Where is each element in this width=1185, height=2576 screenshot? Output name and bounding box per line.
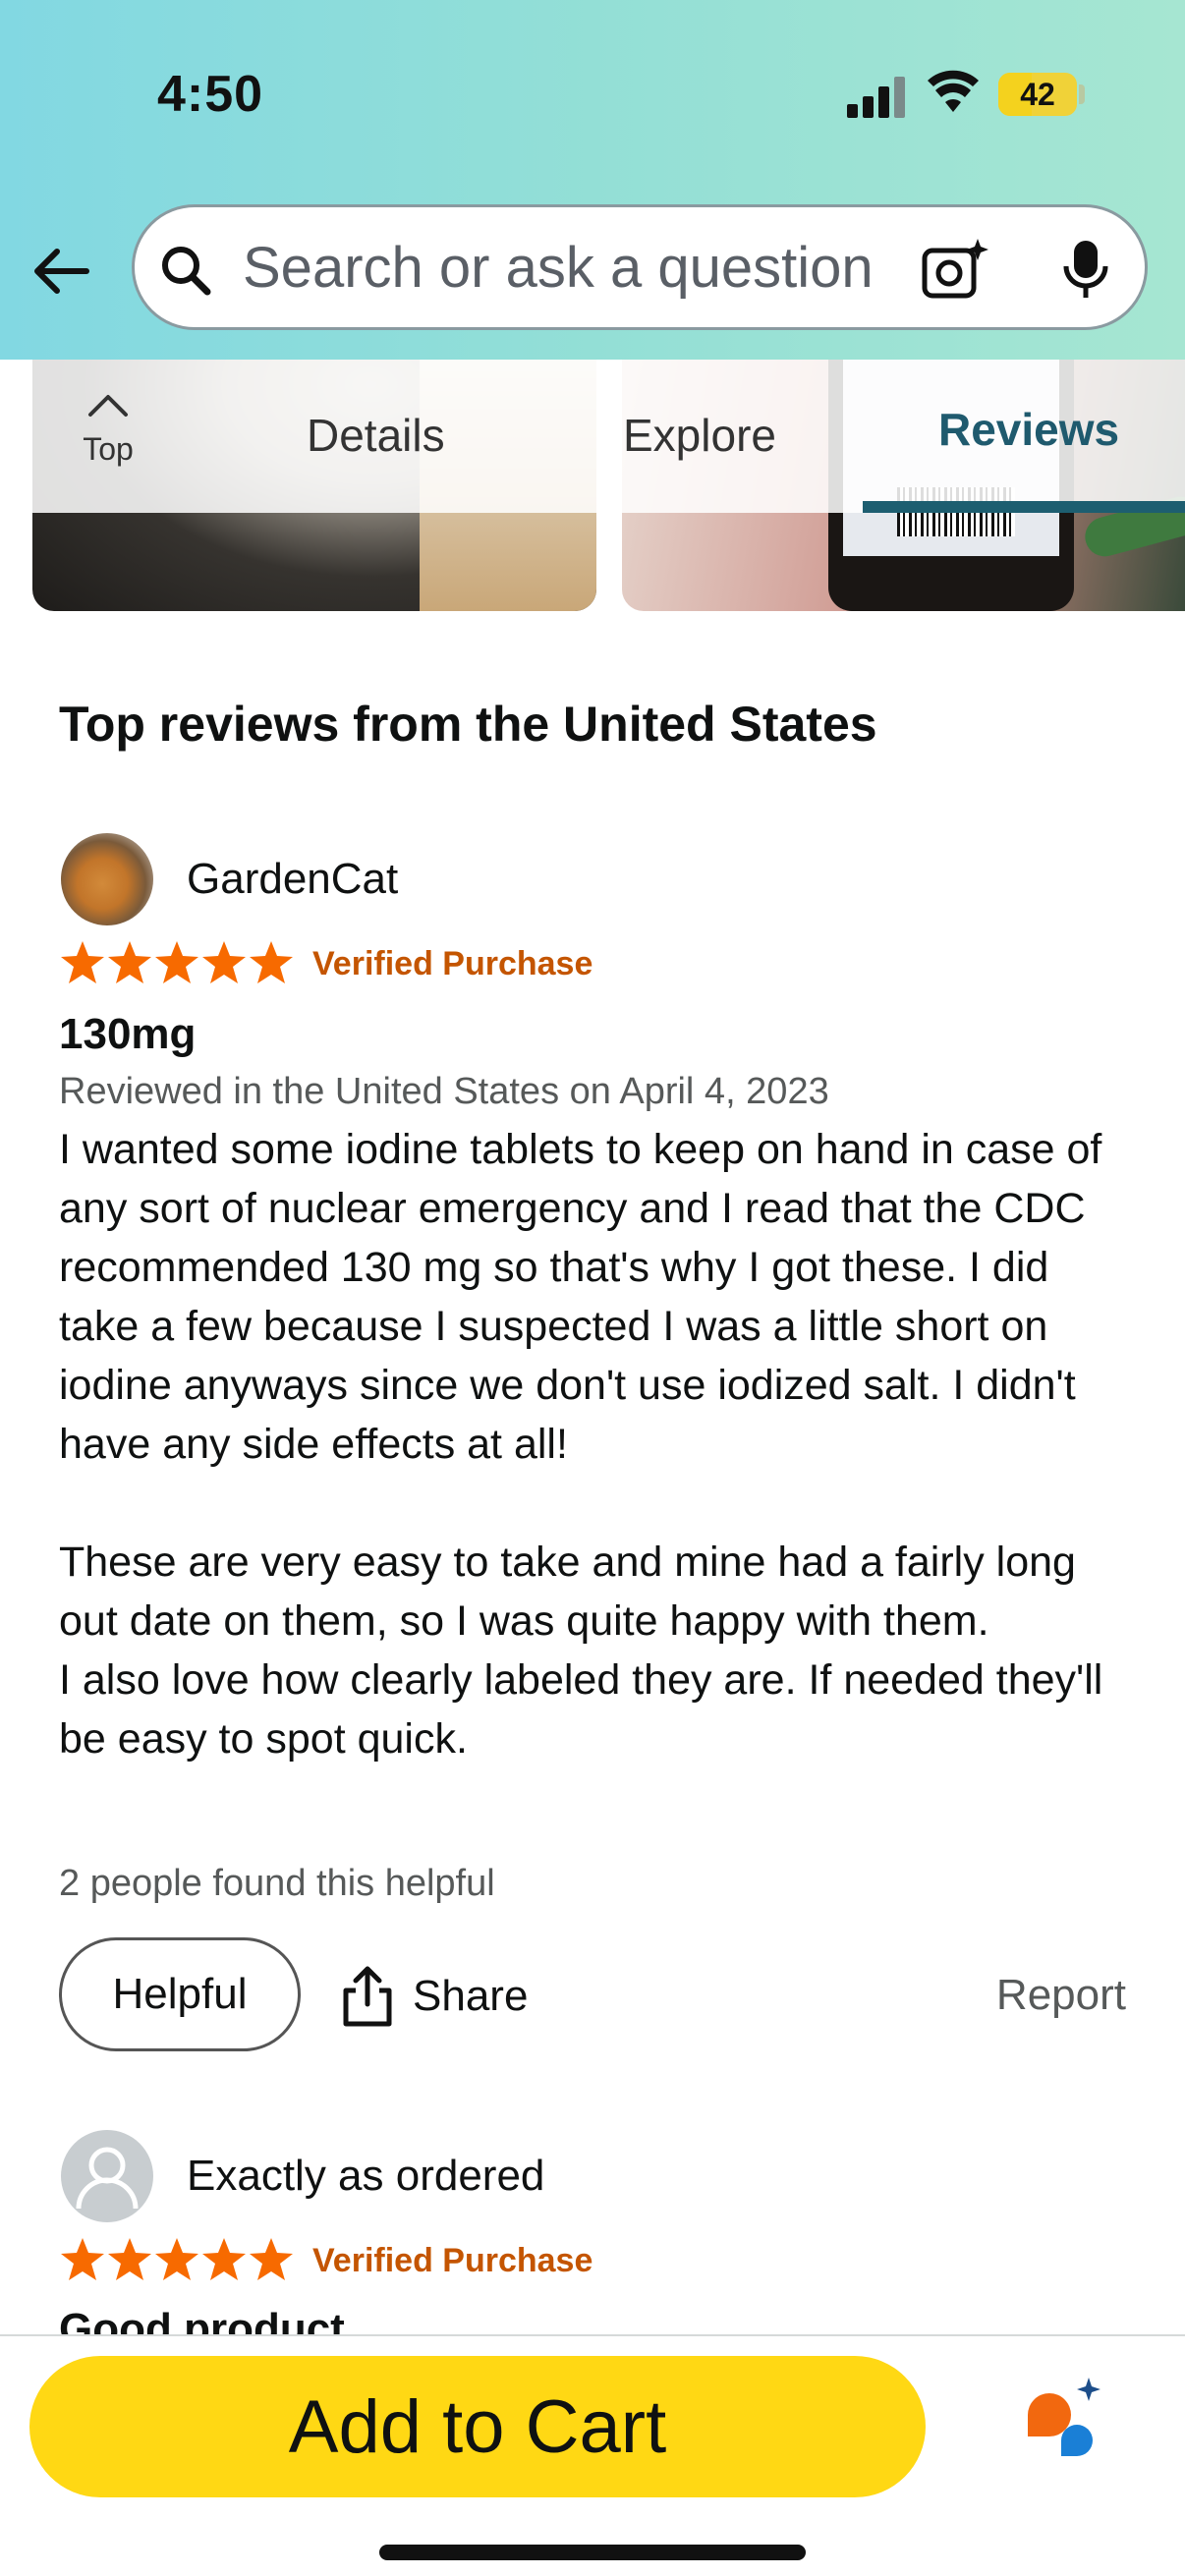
status-time: 4:50 [157, 66, 264, 123]
star-rating [61, 2238, 293, 2280]
share-icon [343, 1966, 392, 2027]
verified-purchase-badge: Verified Purchase [312, 945, 593, 982]
star-icon [202, 2238, 246, 2280]
wifi-icon [928, 70, 979, 112]
microphone-icon[interactable] [1058, 237, 1113, 302]
reviews-section-title: Top reviews from the United States [59, 697, 877, 752]
bottom-action-bar: Add to Cart [0, 2334, 1185, 2576]
review-title: 130mg [59, 1010, 197, 1058]
helpful-count: 2 people found this helpful [59, 1863, 495, 1904]
battery-icon: 42 [998, 73, 1077, 116]
verified-purchase-badge: Verified Purchase [312, 2242, 593, 2279]
review-paragraph: I also love how clearly labeled they are… [59, 1656, 1103, 1763]
review-body: I wanted some iodine tablets to keep on … [59, 1120, 1140, 1768]
add-to-cart-button[interactable]: Add to Cart [29, 2356, 926, 2497]
star-icon [61, 941, 104, 983]
star-icon [202, 941, 246, 983]
avatar[interactable] [61, 2130, 153, 2222]
back-arrow-icon[interactable] [28, 234, 102, 308]
star-icon [61, 2238, 104, 2280]
star-rating [61, 941, 293, 983]
review-author[interactable]: GardenCat [187, 855, 398, 904]
star-icon [108, 941, 151, 983]
active-tab-indicator [863, 501, 1185, 513]
tab-details[interactable]: Details [307, 409, 445, 462]
tab-reviews[interactable]: Reviews [938, 403, 1119, 456]
review-paragraph: These are very easy to take and mine had… [59, 1539, 1076, 1645]
star-icon [250, 941, 293, 983]
battery-percent: 42 [1020, 77, 1055, 112]
home-indicator [379, 2545, 806, 2560]
review-paragraph: I wanted some iodine tablets to keep on … [59, 1126, 1102, 1468]
star-icon [155, 2238, 198, 2280]
search-icon [162, 247, 211, 296]
camera-lens-icon[interactable] [921, 237, 989, 302]
tab-top[interactable]: Top [59, 393, 157, 491]
helpful-button[interactable]: Helpful [59, 1937, 301, 2051]
battery-cap [1079, 84, 1085, 104]
search-bar[interactable] [132, 204, 1148, 330]
report-link[interactable]: Report [996, 1971, 1126, 2020]
tab-top-label: Top [83, 431, 134, 467]
tab-explore[interactable]: Explore [623, 409, 776, 462]
star-icon [250, 2238, 293, 2280]
avatar[interactable] [61, 833, 153, 925]
share-label: Share [413, 1972, 529, 2020]
shopping-assistant-icon[interactable] [1018, 2372, 1106, 2460]
header: 4:50 42 [0, 0, 1185, 360]
star-icon [108, 2238, 151, 2280]
section-tab-bar: Top Details Explore Reviews [0, 360, 1185, 513]
star-icon [155, 941, 198, 983]
review-author[interactable]: Exactly as ordered [187, 2152, 544, 2201]
default-user-icon [76, 2147, 139, 2210]
review-date: Reviewed in the United States on April 4… [59, 1071, 829, 1112]
chevron-up-icon [88, 395, 128, 417]
share-button[interactable]: Share [340, 1957, 528, 2036]
cellular-signal-icon [847, 77, 908, 118]
